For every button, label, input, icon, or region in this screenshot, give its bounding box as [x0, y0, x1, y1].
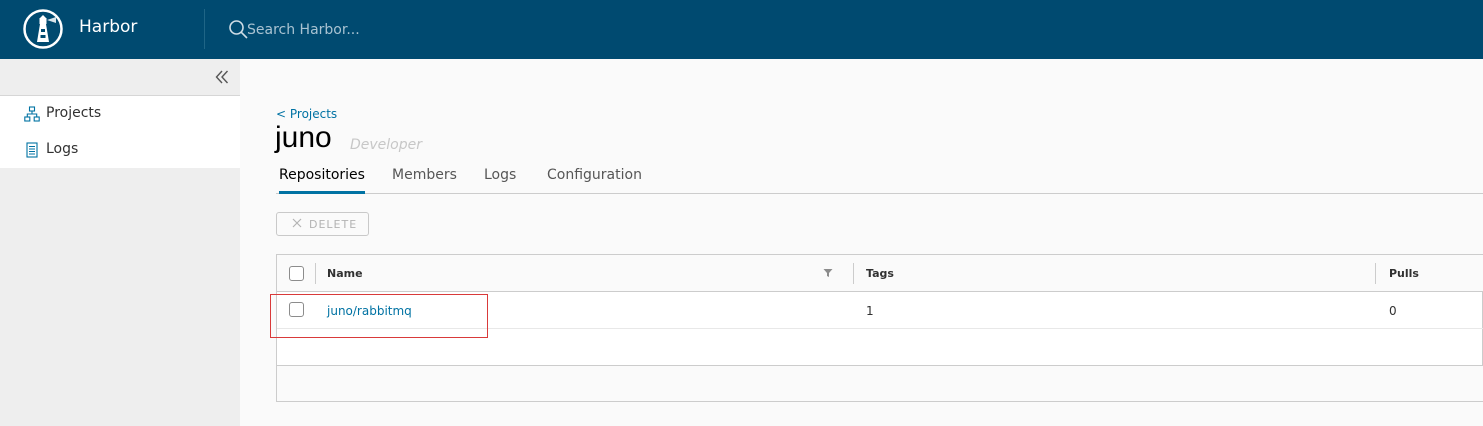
sidebar-nav: Projects Logs — [0, 96, 240, 168]
brand-name: Harbor — [79, 17, 138, 37]
column-separator — [315, 263, 316, 284]
sidebar-item-logs[interactable]: Logs — [0, 132, 240, 168]
column-header-pulls[interactable]: Pulls — [1389, 267, 1419, 280]
logs-icon — [26, 142, 38, 158]
table-footer — [277, 365, 1483, 401]
tab-configuration[interactable]: Configuration — [547, 167, 642, 194]
column-header-name[interactable]: Name — [327, 267, 363, 280]
lighthouse-icon[interactable] — [23, 9, 63, 49]
tab-members[interactable]: Members — [392, 167, 457, 194]
main-content: < Projects juno Developer Repositories M… — [240, 59, 1483, 426]
role-label: Developer — [350, 137, 423, 153]
column-separator — [853, 263, 854, 284]
sidebar-item-label: Logs — [46, 141, 79, 157]
sidebar: Projects Logs — [0, 59, 240, 426]
column-header-tags[interactable]: Tags — [866, 267, 894, 280]
table-header: Name Tags Pulls — [277, 255, 1483, 292]
sidebar-item-projects[interactable]: Projects — [0, 96, 240, 132]
column-separator — [1375, 263, 1376, 284]
top-header: Harbor — [0, 0, 1483, 59]
select-all-checkbox[interactable] — [289, 266, 304, 281]
header-divider — [204, 9, 205, 49]
highlight-box — [270, 294, 488, 338]
breadcrumb[interactable]: < Projects — [276, 107, 337, 121]
tags-count: 1 — [866, 304, 874, 318]
sidebar-item-label: Projects — [46, 105, 102, 121]
delete-button-label: DELETE — [309, 218, 358, 231]
tab-logs[interactable]: Logs — [484, 167, 516, 194]
search-icon — [229, 20, 248, 39]
filter-icon[interactable] — [823, 268, 833, 278]
tab-bar: Repositories Members Logs Configuration — [276, 163, 1483, 194]
projects-icon — [24, 106, 40, 122]
double-chevron-left-icon[interactable] — [213, 68, 231, 86]
tab-repositories[interactable]: Repositories — [279, 167, 365, 194]
close-icon — [292, 218, 302, 228]
delete-button[interactable]: DELETE — [276, 212, 369, 236]
sidebar-collapse-bar — [0, 59, 240, 96]
search-input[interactable] — [247, 18, 547, 42]
page-title: juno — [275, 121, 332, 154]
pulls-count: 0 — [1389, 304, 1397, 318]
